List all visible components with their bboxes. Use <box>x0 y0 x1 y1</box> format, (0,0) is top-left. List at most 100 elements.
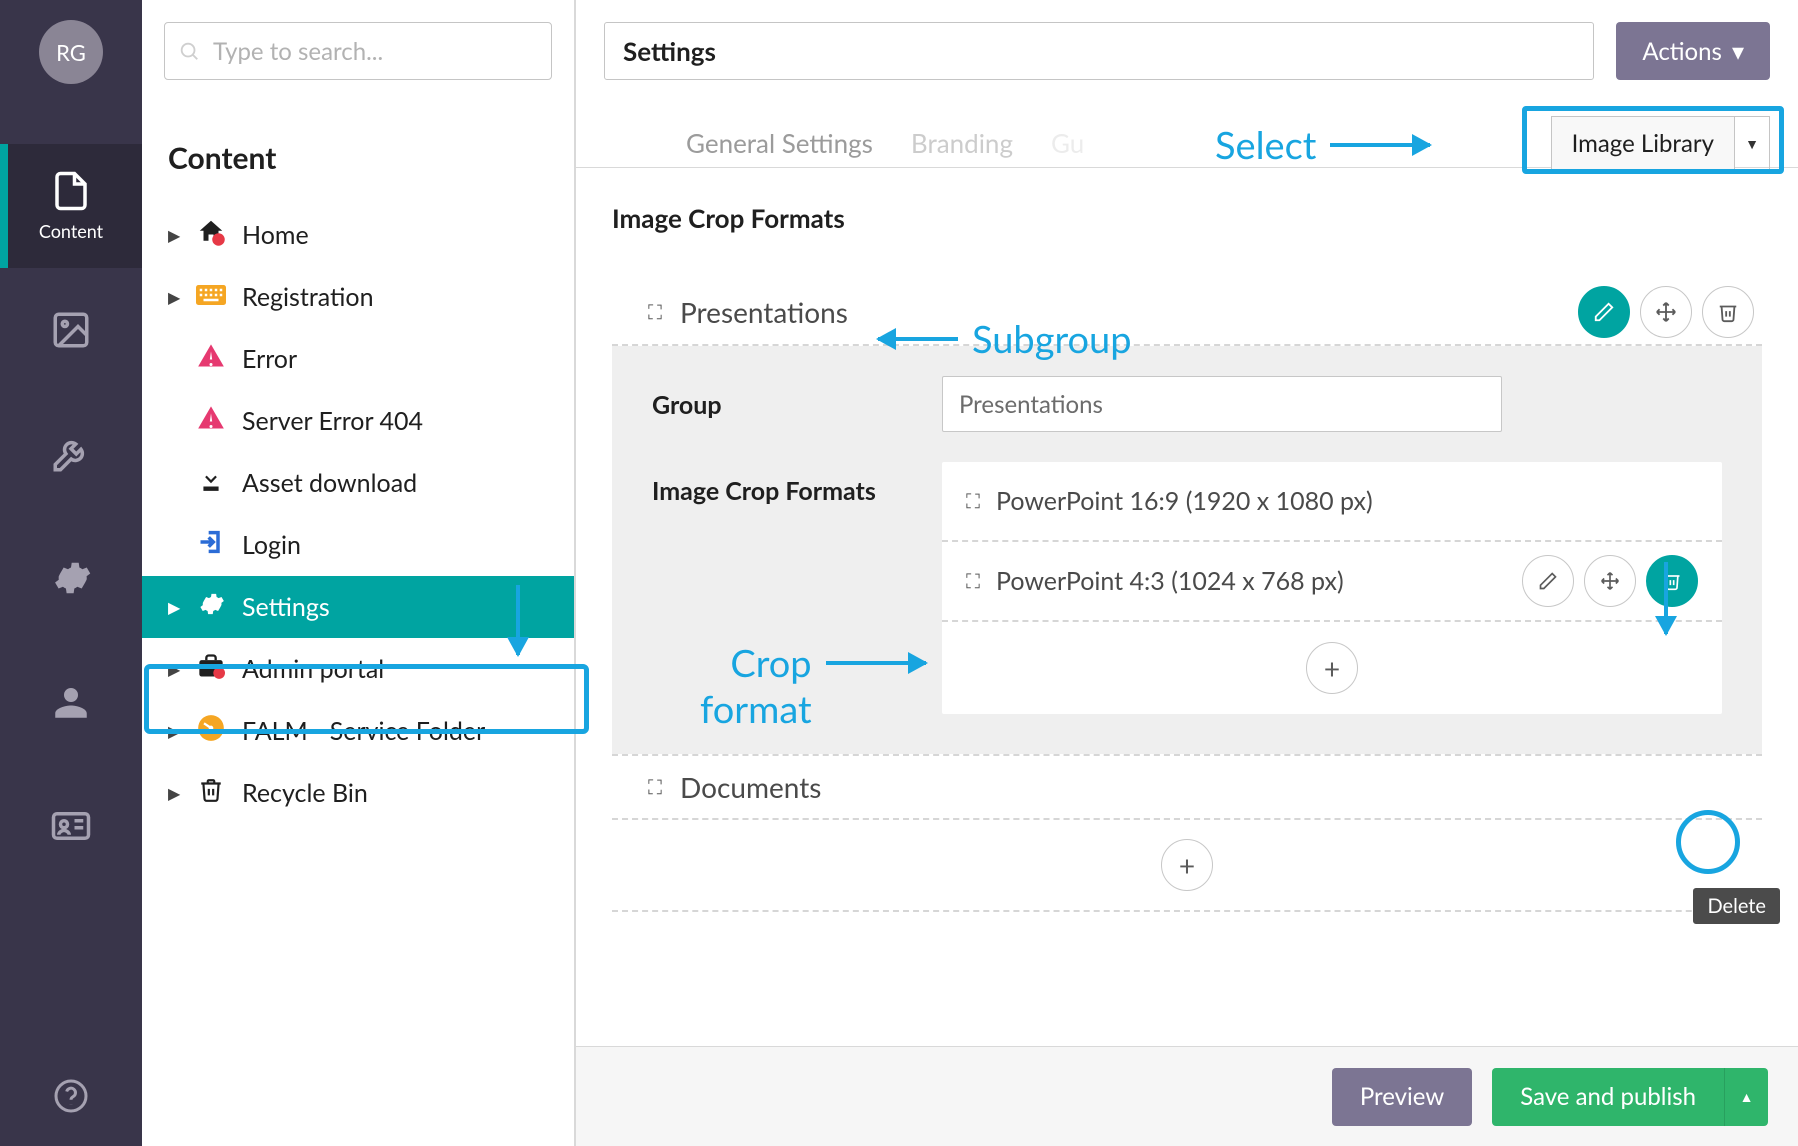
tree-item-falm[interactable]: ▶ FALM - Service Folder <box>142 700 574 762</box>
node-title-input[interactable] <box>604 22 1594 80</box>
caret-icon: ▶ <box>168 288 180 307</box>
crop-icon: ⛶ <box>966 569 980 593</box>
home-icon <box>194 217 228 253</box>
tree-label: Login <box>242 530 301 560</box>
pencil-icon <box>1538 571 1558 591</box>
add-group-button[interactable]: + <box>1161 839 1213 891</box>
help-icon <box>53 1078 89 1114</box>
rail-label-content: Content <box>39 220 103 242</box>
caret-icon: ▶ <box>168 598 180 617</box>
add-crop-button[interactable]: + <box>1306 642 1358 694</box>
alert-icon <box>194 404 228 438</box>
id-card-icon <box>50 805 92 847</box>
move-group-button[interactable] <box>1640 286 1692 338</box>
tree-item-login[interactable]: ▶ Login <box>142 514 574 576</box>
tree-heading: Content <box>142 80 574 204</box>
group-field-label: Group <box>652 376 942 420</box>
gear-icon <box>194 590 228 624</box>
tab-branding[interactable]: Branding <box>911 127 1013 159</box>
editor-pane: Actions ▾ General Settings Branding Gu I… <box>576 0 1798 1146</box>
rail-item-settings[interactable] <box>0 392 142 516</box>
tree-item-error[interactable]: ▶ Error <box>142 328 574 390</box>
annotation-arrow-settings <box>516 585 520 655</box>
alert-icon <box>194 342 228 376</box>
tab-overflow-dropdown[interactable]: Image Library <box>1551 116 1734 170</box>
crop-icon: ⛶ <box>966 489 980 513</box>
tree-label: Settings <box>242 592 330 622</box>
save-publish-caret[interactable]: ▲ <box>1724 1068 1768 1126</box>
tab-overflow-caret[interactable]: ▼ <box>1734 116 1770 170</box>
group-name: Documents <box>680 770 821 804</box>
rail-item-config[interactable] <box>0 516 142 640</box>
edit-group-button[interactable] <box>1578 286 1630 338</box>
group-row-presentations[interactable]: ⛶ Presentations <box>612 280 1762 346</box>
gear-icon <box>50 557 92 599</box>
editor-topbar: Actions ▾ General Settings Branding Gu I… <box>576 0 1798 168</box>
tree-item-recycle-bin[interactable]: ▶ Recycle Bin <box>142 762 574 824</box>
save-publish-button[interactable]: Save and publish <box>1492 1068 1724 1126</box>
content-tree-panel: Content ▶ Home ▶ Registration ▶ Error ▶ … <box>142 0 576 1146</box>
move-icon <box>1655 301 1677 323</box>
crop-label: PowerPoint 16:9 (1920 x 1080 px) <box>996 486 1373 516</box>
briefcase-icon <box>194 653 228 685</box>
add-crop-row: + <box>942 622 1722 714</box>
tree-label: FALM - Service Folder <box>242 716 485 746</box>
pencil-icon <box>1593 301 1615 323</box>
avatar[interactable]: RG <box>39 20 103 84</box>
tree-label: Registration <box>242 282 374 312</box>
actions-button[interactable]: Actions ▾ <box>1616 22 1770 80</box>
section-title: Image Crop Formats <box>612 202 1762 234</box>
rail-item-users[interactable] <box>0 640 142 764</box>
tab-hidden[interactable]: Gu <box>1051 127 1084 159</box>
rail-item-members[interactable] <box>0 764 142 888</box>
delete-group-button[interactable] <box>1702 286 1754 338</box>
group-name-input[interactable] <box>942 376 1502 432</box>
tree-label: Server Error 404 <box>242 406 423 436</box>
gauge-icon <box>194 714 228 748</box>
file-icon <box>50 170 92 212</box>
delete-tooltip: Delete <box>1693 888 1780 924</box>
caret-icon: ▶ <box>168 226 180 245</box>
edit-crop-button[interactable] <box>1522 555 1574 607</box>
search-icon <box>178 40 200 62</box>
group-row-documents[interactable]: ⛶ Documents <box>612 754 1762 820</box>
user-icon <box>50 681 92 723</box>
crop-item[interactable]: ⛶ PowerPoint 4:3 (1024 x 768 px) <box>942 542 1722 622</box>
tree-label: Error <box>242 344 297 374</box>
keyboard-icon <box>194 282 228 312</box>
trash-icon <box>1717 301 1739 323</box>
group-panel-presentations: Group Image Crop Formats ⛶ PowerPoint 16… <box>612 346 1762 754</box>
preview-button[interactable]: Preview <box>1332 1068 1472 1126</box>
crop-field-label: Image Crop Formats <box>652 462 942 506</box>
tree-item-server-error[interactable]: ▶ Server Error 404 <box>142 390 574 452</box>
rail-item-content[interactable]: Content <box>0 144 142 268</box>
login-icon <box>194 528 228 562</box>
delete-crop-button[interactable] <box>1646 555 1698 607</box>
crop-list: ⛶ PowerPoint 16:9 (1920 x 1080 px) ⛶ Pow… <box>942 462 1722 714</box>
rail-item-media[interactable] <box>0 268 142 392</box>
caret-down-icon: ▾ <box>1732 37 1744 66</box>
trash-icon <box>194 776 228 810</box>
editor-footer: Preview Save and publish ▲ <box>576 1046 1798 1146</box>
actions-label: Actions <box>1642 37 1722 66</box>
tree-label: Asset download <box>242 468 417 498</box>
caret-icon: ▶ <box>168 722 180 741</box>
image-icon <box>50 309 92 351</box>
search-input[interactable] <box>164 22 552 80</box>
tree-item-home[interactable]: ▶ Home <box>142 204 574 266</box>
group-name: Presentations <box>680 295 848 329</box>
tab-overflow-label: Image Library <box>1572 129 1714 158</box>
tab-general[interactable]: General Settings <box>686 127 873 159</box>
caret-icon: ▶ <box>168 660 180 679</box>
editor-body: Image Crop Formats ⛶ Presentations Group <box>576 168 1798 1046</box>
download-icon <box>194 466 228 500</box>
tree-label: Admin portal <box>242 654 384 684</box>
tree-item-asset-download[interactable]: ▶ Asset download <box>142 452 574 514</box>
tree-item-settings[interactable]: ▶ Settings <box>142 576 574 638</box>
move-crop-button[interactable] <box>1584 555 1636 607</box>
crop-item[interactable]: ⛶ PowerPoint 16:9 (1920 x 1080 px) <box>942 462 1722 542</box>
rail-item-help[interactable] <box>0 1046 142 1146</box>
wrench-icon <box>50 433 92 475</box>
crop-label: PowerPoint 4:3 (1024 x 768 px) <box>996 566 1344 596</box>
tree-item-registration[interactable]: ▶ Registration <box>142 266 574 328</box>
